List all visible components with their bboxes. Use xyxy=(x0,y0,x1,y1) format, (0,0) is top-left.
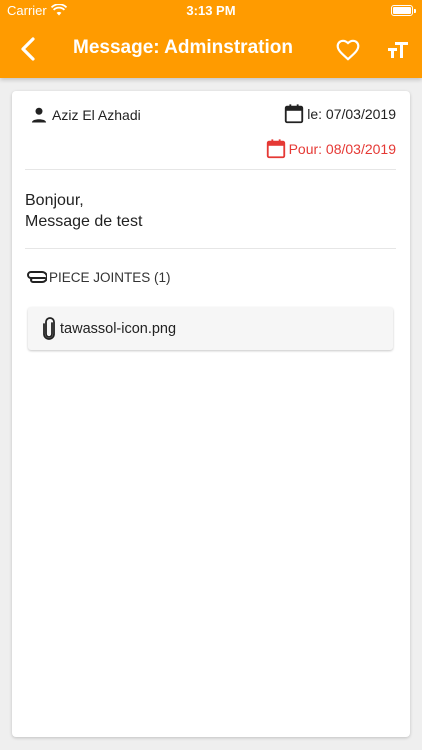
message-line: Bonjour, xyxy=(25,192,84,209)
clock-label: 3:13 PM xyxy=(186,3,236,18)
back-button[interactable] xyxy=(14,34,44,64)
sent-date: le: 07/03/2019 xyxy=(307,106,396,122)
author-name: Aziz El Azhadi xyxy=(52,107,141,123)
divider xyxy=(25,248,396,249)
app-header: Carrier 3:13 PM Message: Adminstration xyxy=(0,0,422,78)
status-bar: Carrier 3:13 PM xyxy=(0,0,422,22)
divider xyxy=(25,169,396,170)
attachment-name: tawassol-icon.png xyxy=(60,320,177,337)
calendar-icon xyxy=(285,104,304,124)
message-line: Message de test xyxy=(25,213,143,230)
attachments-header: PIECE JOINTES (1) xyxy=(25,270,171,285)
calendar-icon xyxy=(266,139,285,159)
format-size-icon xyxy=(388,42,408,58)
person-icon xyxy=(31,107,47,123)
message-body: Bonjour, Message de test xyxy=(25,190,142,232)
favorite-button[interactable] xyxy=(335,37,361,63)
due-date: Pour: 08/03/2019 xyxy=(288,141,396,157)
due-date-row: Pour: 08/03/2019 xyxy=(265,138,396,160)
navigation-bar: Message: Adminstration xyxy=(0,22,422,78)
paperclip-icon xyxy=(43,316,55,340)
chevron-left-icon xyxy=(21,37,35,61)
author-row: Aziz El Azhadi xyxy=(29,105,141,125)
page-title: Message: Adminstration xyxy=(73,37,293,58)
attachments-title: PIECE JOINTES (1) xyxy=(49,270,171,285)
font-size-button[interactable] xyxy=(386,38,410,62)
attachment-item[interactable]: tawassol-icon.png xyxy=(28,307,393,350)
heart-outline-icon xyxy=(336,39,360,61)
message-card: Aziz El Azhadi le: 07/03/2019 Pour: 08/0… xyxy=(12,91,410,737)
sent-date-row: le: 07/03/2019 xyxy=(283,103,396,125)
battery-icon xyxy=(391,5,416,16)
attachment-icon xyxy=(27,270,47,283)
